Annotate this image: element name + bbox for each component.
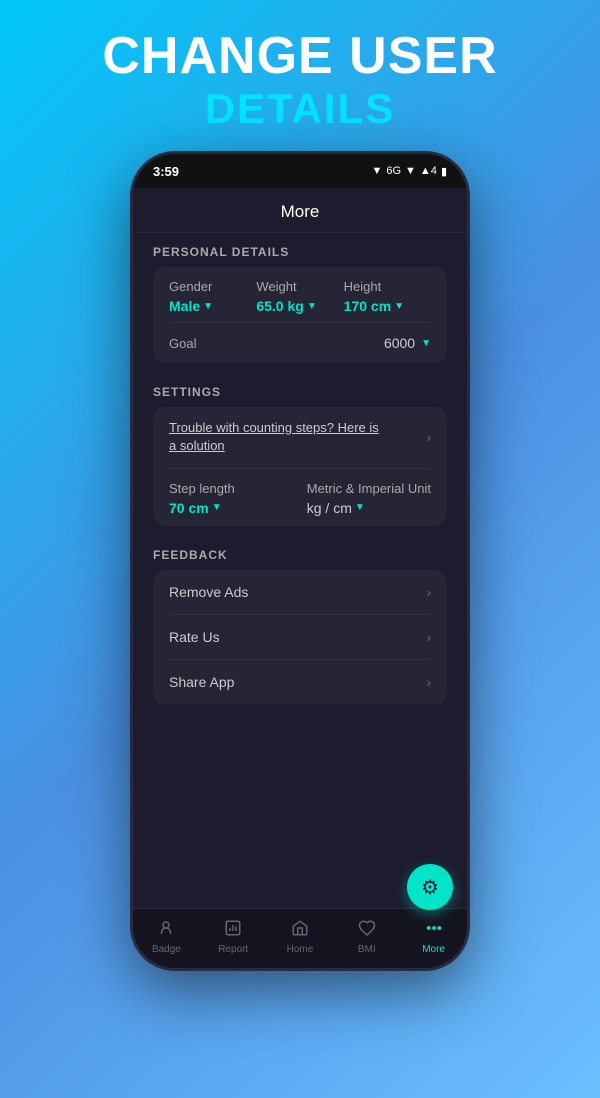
step-length-label: Step length [169, 481, 235, 496]
step-length-field[interactable]: Step length 70 cm ▼ [169, 481, 235, 516]
goal-dropdown-icon: ▼ [421, 338, 431, 349]
personal-fields-row: Gender Male ▼ Weight 65.0 kg ▼ [153, 267, 447, 322]
height-label: Height [344, 279, 431, 294]
app-topbar: More [133, 188, 467, 233]
network-icon: 6G [386, 165, 401, 177]
settings-fab[interactable]: ⚙ [407, 864, 453, 910]
remove-ads-chevron-icon: › [426, 584, 431, 600]
goal-label: Goal [169, 336, 196, 351]
nav-bmi-label: BMI [358, 944, 376, 955]
status-time: 3:59 [153, 164, 179, 179]
gender-field[interactable]: Gender Male ▼ [169, 279, 256, 314]
unit-value: kg / cm ▼ [307, 500, 431, 516]
nav-bmi[interactable]: BMI [333, 919, 400, 959]
unit-field[interactable]: Metric & Imperial Unit kg / cm ▼ [307, 481, 431, 516]
feedback-header: FEEDBACK [153, 548, 447, 562]
badge-icon [157, 919, 175, 942]
app-topbar-title: More [281, 202, 320, 221]
nav-home[interactable]: Home [267, 919, 334, 959]
bottom-spacer [133, 714, 467, 794]
weight-dropdown-icon: ▼ [307, 301, 317, 312]
feedback-card: Remove Ads › Rate Us › Share App › [153, 570, 447, 704]
unit-label: Metric & Imperial Unit [307, 481, 431, 496]
height-field[interactable]: Height 170 cm ▼ [344, 279, 431, 314]
gender-label: Gender [169, 279, 256, 294]
feedback-rate-us[interactable]: Rate Us › [153, 615, 447, 659]
feedback-remove-ads[interactable]: Remove Ads › [153, 570, 447, 614]
remove-ads-label: Remove Ads [169, 584, 248, 600]
bottom-navigation: Badge Report Home [133, 908, 467, 968]
header-section: CHANGE USER DETAILS [102, 0, 497, 151]
weight-label: Weight [256, 279, 343, 294]
nav-badge[interactable]: Badge [133, 919, 200, 959]
gender-dropdown-icon: ▼ [203, 301, 213, 312]
settings-section: SETTINGS Trouble with counting steps? He… [133, 373, 467, 525]
rate-us-chevron-icon: › [426, 629, 431, 645]
more-icon [425, 919, 443, 942]
nav-more[interactable]: More [400, 919, 467, 959]
step-row: Step length 70 cm ▼ Metric & Imperial Un… [153, 469, 447, 526]
phone-frame-wrapper: 3:59 ▼ 6G ▼ ▲4 ▮ More PERSONAL DETAILS [130, 151, 470, 971]
trouble-row[interactable]: Trouble with counting steps? Here is a s… [153, 407, 447, 467]
nav-report[interactable]: Report [200, 919, 267, 959]
wifi-icon: ▼ [405, 165, 416, 177]
feedback-share-app[interactable]: Share App › [153, 660, 447, 704]
settings-fab-icon: ⚙ [421, 875, 439, 900]
share-app-chevron-icon: › [426, 674, 431, 690]
bmi-icon [358, 919, 376, 942]
personal-details-header: PERSONAL DETAILS [153, 245, 447, 259]
height-value: 170 cm ▼ [344, 298, 431, 314]
personal-details-card: Gender Male ▼ Weight 65.0 kg ▼ [153, 267, 447, 363]
feedback-section: FEEDBACK Remove Ads › Rate Us › Share Ap… [133, 536, 467, 704]
phone-side-button [468, 314, 470, 364]
nav-home-label: Home [287, 944, 314, 955]
home-icon [291, 919, 309, 942]
screen-content: More PERSONAL DETAILS Gender Male ▼ [133, 188, 467, 968]
goal-row[interactable]: Goal 6000 ▼ [153, 323, 447, 363]
weight-field[interactable]: Weight 65.0 kg ▼ [256, 279, 343, 314]
signal-bars-icon: ▲4 [420, 165, 437, 177]
step-length-value: 70 cm ▼ [169, 500, 235, 516]
header-title: CHANGE USER [102, 28, 497, 85]
nav-more-label: More [422, 944, 445, 955]
signal-icon: ▼ [371, 165, 382, 177]
settings-card: Trouble with counting steps? Here is a s… [153, 407, 447, 525]
header-subtitle: DETAILS [102, 85, 497, 133]
weight-value: 65.0 kg ▼ [256, 298, 343, 314]
rate-us-label: Rate Us [169, 629, 220, 645]
battery-icon: ▮ [441, 165, 447, 178]
personal-details-section: PERSONAL DETAILS Gender Male ▼ Weight [133, 233, 467, 363]
phone-frame: 3:59 ▼ 6G ▼ ▲4 ▮ More PERSONAL DETAILS [130, 151, 470, 971]
goal-value: 6000 ▼ [384, 335, 431, 351]
nav-report-label: Report [218, 944, 248, 955]
step-dropdown-icon: ▼ [212, 502, 222, 513]
gender-value: Male ▼ [169, 298, 256, 314]
height-dropdown-icon: ▼ [394, 301, 404, 312]
unit-dropdown-icon: ▼ [355, 502, 365, 513]
status-bar: 3:59 ▼ 6G ▼ ▲4 ▮ [133, 154, 467, 188]
report-icon [224, 919, 242, 942]
trouble-chevron-icon: › [426, 429, 431, 445]
nav-badge-label: Badge [152, 944, 181, 955]
trouble-text: Trouble with counting steps? Here is a s… [169, 419, 389, 455]
status-icons: ▼ 6G ▼ ▲4 ▮ [371, 165, 447, 178]
share-app-label: Share App [169, 674, 234, 690]
settings-header: SETTINGS [153, 385, 447, 399]
